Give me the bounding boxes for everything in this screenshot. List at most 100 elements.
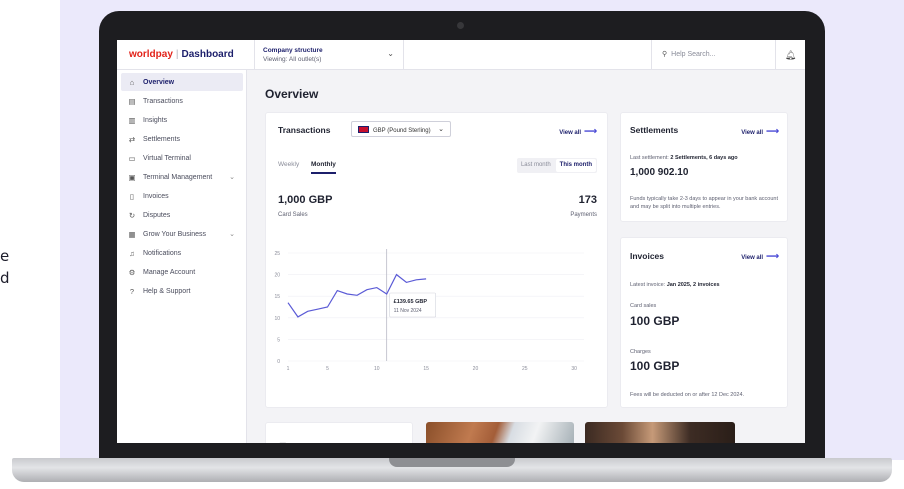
transactions-card: Transactions GBP (Pound Sterling) ⌄ View… [265, 112, 608, 408]
cropped-side-text: e d [0, 245, 10, 289]
settlement-amount: 1,000 902.10 [630, 167, 689, 178]
last-settlement-prefix: Last settlement: [630, 155, 671, 161]
sidebar-item-notifications[interactable]: ♫ Notifications [121, 244, 243, 262]
invoices-title: Invoices [630, 251, 665, 261]
x-tick-label: 5 [326, 366, 329, 372]
sidebar-item-manage-account[interactable]: ⚙ Manage Account [121, 263, 243, 281]
last-settlement-detail: 2 Settlements, 6 days ago [670, 155, 738, 161]
home-icon: ⌂ [129, 77, 135, 87]
sidebar-item-label: Invoices [143, 192, 169, 200]
view-all-label: View all [741, 255, 764, 261]
sidebar-item-invoices[interactable]: ▯ Invoices [121, 187, 243, 205]
laptop-notch [389, 458, 515, 467]
card-sales-subtitle: Card sales [630, 303, 657, 309]
y-tick-label: 20 [274, 273, 280, 279]
period-last-month[interactable]: Last month [517, 158, 555, 173]
sidebar-item-settlements[interactable]: ⇄ Settlements [121, 130, 243, 148]
y-tick-label: 15 [274, 294, 280, 300]
monitor-icon: ▭ [128, 153, 136, 163]
sidebar-item-disputes[interactable]: ↻ Disputes [121, 206, 243, 224]
settlement-note: Funds typically take 2-3 days to appear … [630, 196, 778, 210]
sidebar-item-label: Insights [143, 116, 168, 124]
refresh-icon: ↻ [128, 210, 136, 220]
card-sales-label: Card Sales [278, 212, 308, 218]
app-logo[interactable]: worldpay | Dashboard [129, 49, 234, 60]
view-all-label: View all [559, 130, 582, 136]
side-text-line: d [0, 269, 10, 287]
y-tick-label: 0 [277, 359, 280, 365]
chevron-down-icon: ⌄ [438, 126, 444, 133]
tooltip-date: 11 Nov 2024 [394, 308, 422, 314]
invoice-fee-note: Fees will be deducted on or after 12 Dec… [630, 392, 745, 398]
help-search-input[interactable]: ⚲ Help Search... [651, 40, 775, 70]
settlements-title: Settlements [630, 125, 679, 135]
promo-image-2[interactable] [585, 422, 735, 443]
company-structure-selector[interactable]: Company structure Viewing: All outlet(s)… [254, 40, 404, 70]
uk-flag-icon [358, 126, 369, 133]
currency-label: GBP (Pound Sterling) [373, 128, 431, 134]
payments-value: 173 [578, 194, 597, 206]
arrow-right-icon: ⟶ [766, 126, 779, 136]
chevron-down-icon: ⌄ [387, 49, 394, 58]
x-tick-label: 10 [374, 366, 380, 372]
sidebar-item-grow-your-business[interactable]: ▦ Grow Your Business ⌄ [121, 225, 243, 243]
transactions-view-all-link[interactable]: View all ⟶ [559, 126, 597, 137]
tab-monthly[interactable]: Monthly [311, 161, 336, 174]
x-tick-label: 25 [522, 366, 528, 372]
laptop-screen: worldpay | Dashboard Company structure V… [117, 40, 805, 443]
page-title: Overview [265, 87, 319, 101]
sidebar-item-virtual-terminal[interactable]: ▭ Virtual Terminal [121, 149, 243, 167]
chevron-down-icon: ⌄ [229, 231, 235, 238]
invoices-card: Invoices View all ⟶ Latest invoice: Jan 2… [620, 237, 788, 408]
y-tick-label: 5 [277, 337, 280, 343]
sidebar-item-label: Terminal Management [143, 173, 213, 181]
x-tick-label: 20 [473, 366, 479, 372]
card-icon: ▤ [279, 441, 287, 443]
chevron-down-icon: ⌄ [229, 174, 235, 181]
search-icon: ⚲ [662, 51, 668, 58]
charges-subtitle: Charges [630, 349, 651, 355]
sidebar-item-overview[interactable]: ⌂ Overview [121, 73, 243, 91]
help-icon: ? [129, 286, 135, 296]
brand-name: worldpay [129, 49, 173, 60]
list-icon: ▤ [128, 96, 136, 106]
sidebar-item-transactions[interactable]: ▤ Transactions [121, 92, 243, 110]
period-this-month[interactable]: This month [555, 159, 596, 172]
sidebar-item-label: Notifications [143, 249, 182, 257]
sidebar-item-insights[interactable]: ▥ Insights [121, 111, 243, 129]
sidebar-item-help-support[interactable]: ? Help & Support [121, 282, 243, 300]
arrows-icon: ⇄ [128, 134, 136, 144]
promo-card[interactable]: ▤ [265, 422, 413, 443]
arrow-right-icon: ⟶ [766, 251, 779, 261]
invoice-charges-value: 100 GBP [630, 359, 680, 373]
settlements-view-all-link[interactable]: View all ⟶ [741, 126, 779, 137]
document-icon: ▯ [129, 191, 135, 201]
invoices-view-all-link[interactable]: View all ⟶ [741, 251, 779, 262]
bell-icon: ♫ [129, 248, 135, 258]
tab-weekly[interactable]: Weekly [278, 161, 299, 168]
sidebar-item-label: Virtual Terminal [143, 154, 191, 162]
latest-invoice-detail: Jan 2025, 2 invoices [666, 282, 720, 288]
sidebar: ⌂ Overview ▤ Transactions ▥ Insights ⇄ Settl… [117, 70, 247, 443]
notifications-bell-icon[interactable]: 🔔︎ [775, 40, 805, 70]
sidebar-item-label: Transactions [143, 97, 183, 105]
last-settlement-text: Last settlement: 2 Settlements, 6 days a… [630, 154, 738, 162]
terminal-icon: ▣ [128, 172, 136, 182]
settlements-card: Settlements View all ⟶ Last settlement: 2… [620, 112, 788, 222]
invoice-card-sales-value: 100 GBP [630, 314, 680, 328]
app-name: Dashboard [181, 49, 234, 60]
side-text-line: e [0, 247, 10, 265]
promo-image-1[interactable] [426, 422, 574, 443]
currency-selector[interactable]: GBP (Pound Sterling) ⌄ [351, 121, 451, 137]
logo-separator: | [175, 49, 179, 60]
sidebar-item-label: Help & Support [143, 287, 191, 295]
sidebar-item-terminal-management[interactable]: ▣ Terminal Management ⌄ [121, 168, 243, 186]
company-viewing-label: Viewing: All outlet(s) [263, 56, 322, 63]
y-tick-label: 10 [274, 316, 280, 322]
x-tick-label: 30 [571, 366, 577, 372]
y-tick-label: 25 [274, 251, 280, 257]
company-structure-title: Company structure [263, 47, 323, 54]
gear-icon: ⚙ [128, 267, 136, 277]
latest-invoice-text: Latest invoice: Jan 2025, 2 invoices [630, 281, 720, 289]
payments-label: Payments [570, 212, 597, 218]
